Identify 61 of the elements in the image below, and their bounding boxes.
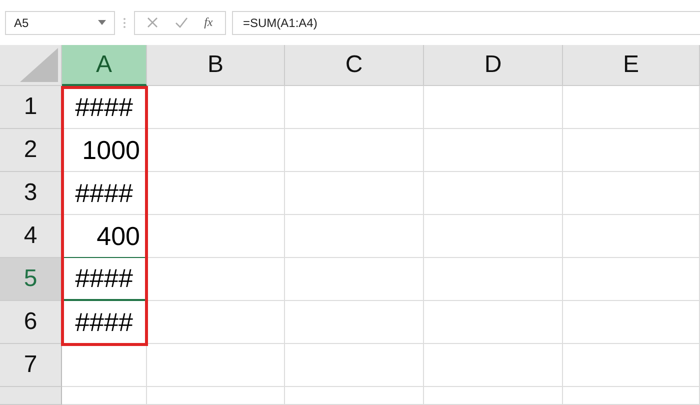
table-cell[interactable] <box>62 344 147 387</box>
dropdown-icon[interactable] <box>98 20 106 25</box>
table-cell[interactable] <box>563 215 700 258</box>
table-cell[interactable] <box>285 387 424 405</box>
checkmark-icon[interactable] <box>174 17 188 28</box>
row-header[interactable]: 7 <box>0 344 62 387</box>
table-cell[interactable] <box>285 86 424 129</box>
table-cell[interactable] <box>424 129 563 172</box>
row-header[interactable]: 1 <box>0 86 62 129</box>
table-cell[interactable] <box>285 215 424 258</box>
grip-icon <box>123 16 126 28</box>
table-cell[interactable]: #### <box>62 257 147 301</box>
row-header[interactable]: 4 <box>0 215 62 258</box>
table-cell[interactable] <box>147 172 285 215</box>
table-cell[interactable] <box>285 344 424 387</box>
formula-bar[interactable]: =SUM(A1:A4) <box>232 10 700 34</box>
table-cell[interactable] <box>62 387 147 405</box>
table-cell[interactable] <box>147 129 285 172</box>
table-cell[interactable] <box>285 301 424 344</box>
row-header[interactable]: 6 <box>0 301 62 344</box>
row-header[interactable]: 2 <box>0 129 62 172</box>
column-header[interactable]: E <box>563 45 700 86</box>
table-cell[interactable] <box>563 172 700 215</box>
table-cell[interactable]: 1000 <box>62 129 147 172</box>
table-cell[interactable] <box>424 86 563 129</box>
table-cell[interactable]: #### <box>62 172 147 215</box>
table-cell[interactable] <box>424 215 563 258</box>
table-cell[interactable] <box>285 172 424 215</box>
column-header[interactable]: A <box>62 45 147 86</box>
table-cell[interactable] <box>563 258 700 301</box>
table-cell[interactable] <box>147 301 285 344</box>
select-all-button[interactable] <box>0 45 62 86</box>
table-cell[interactable] <box>147 387 285 405</box>
table-cell[interactable] <box>563 387 700 405</box>
row-header[interactable] <box>0 387 62 405</box>
table-cell[interactable] <box>285 258 424 301</box>
table-cell[interactable] <box>424 301 563 344</box>
column-header[interactable]: D <box>424 45 563 86</box>
row-header[interactable]: 3 <box>0 172 62 215</box>
column-header[interactable]: B <box>147 45 285 86</box>
table-cell[interactable] <box>563 344 700 387</box>
table-cell[interactable] <box>424 258 563 301</box>
table-cell[interactable] <box>285 129 424 172</box>
table-cell[interactable] <box>424 172 563 215</box>
table-cell[interactable] <box>563 86 700 129</box>
table-cell[interactable] <box>147 258 285 301</box>
table-cell[interactable]: #### <box>62 86 147 129</box>
table-cell[interactable] <box>147 86 285 129</box>
table-cell[interactable] <box>424 387 563 405</box>
cancel-icon[interactable] <box>147 17 158 28</box>
column-header[interactable]: C <box>285 45 424 86</box>
table-cell[interactable] <box>563 129 700 172</box>
table-cell[interactable]: #### <box>62 301 147 344</box>
table-cell[interactable]: 400 <box>62 215 147 258</box>
table-cell[interactable] <box>563 301 700 344</box>
table-cell[interactable] <box>424 344 563 387</box>
name-box[interactable]: A5 <box>5 10 115 34</box>
table-cell[interactable] <box>147 344 285 387</box>
table-cell[interactable] <box>147 215 285 258</box>
insert-function-button[interactable]: fx <box>204 15 213 30</box>
row-header[interactable]: 5 <box>0 258 62 301</box>
